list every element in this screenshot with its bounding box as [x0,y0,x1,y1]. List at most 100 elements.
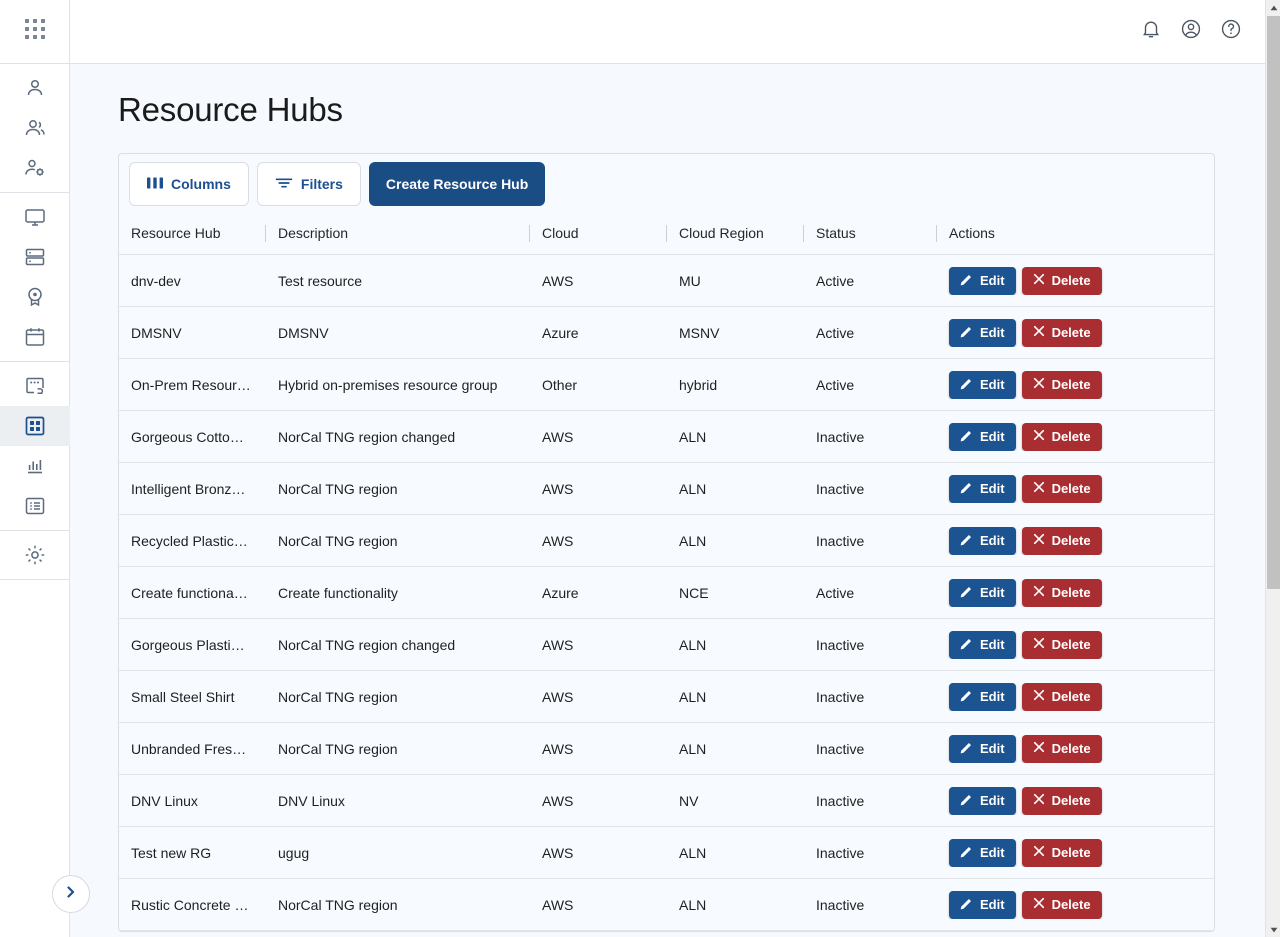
edit-button[interactable]: Edit [949,734,1016,763]
list-icon [23,494,47,518]
cell-cloud: AWS [542,532,574,549]
delete-button[interactable]: Delete [1021,734,1102,763]
table-row[interactable]: Rustic Concrete … NorCal TNG region AWS ALN… [119,879,1214,932]
edit-button[interactable]: Edit [949,786,1016,815]
delete-button[interactable]: Delete [1021,422,1102,451]
cell-description: NorCal TNG region [278,688,398,705]
edit-button-label: Edit [980,897,1005,913]
column-header-status[interactable]: Status [803,212,937,255]
close-x-icon [1033,533,1045,548]
columns-button[interactable]: Columns [129,162,249,207]
table-row[interactable]: Small Steel Shirt NorCal TNG region AWS ALN… [119,671,1214,724]
sidebar-item-users[interactable] [0,108,70,148]
column-header-description[interactable]: Description [265,212,530,255]
scrollbar-up-arrow[interactable] [1266,0,1280,15]
scrollbar-down-arrow[interactable] [1266,922,1280,937]
edit-button[interactable]: Edit [949,526,1016,555]
delete-button[interactable]: Delete [1021,526,1102,555]
column-header-resource-hub[interactable]: Resource Hub [131,212,266,255]
cell-cloud-region: MSNV [679,324,720,341]
edit-button[interactable]: Edit [949,838,1016,867]
cell-cloud: AWS [542,636,574,653]
cell-description: Create functionality [278,584,398,601]
cell-status: Inactive [816,844,865,861]
filters-button-label: Filters [300,176,343,193]
cell-status: Inactive [816,896,865,913]
sidebar-item-schedules[interactable] [0,317,70,357]
table-row[interactable]: On-Prem Resour… Hybrid on-premises resour… [119,359,1214,412]
table-row[interactable]: Intelligent Bronz… NorCal TNG region AWS AL… [119,463,1214,516]
create-resource-hub-button[interactable]: Create Resource Hub [368,162,546,207]
sidebar-item-reports[interactable] [0,446,70,486]
table-row[interactable]: Gorgeous Plasti… NorCal TNG region change… [119,619,1214,672]
table-header-row: Resource Hub Description Cloud Cloud Reg… [119,212,1214,256]
edit-button[interactable]: Edit [949,318,1016,347]
apps-grid-button[interactable] [0,0,70,64]
filter-icon [275,176,293,193]
delete-button[interactable]: Delete [1021,890,1102,919]
column-header-cloud[interactable]: Cloud [529,212,667,255]
table-row[interactable]: Test new RG ugug AWS ALN Inactive Edit Delete [119,827,1214,880]
cell-resource-hub: Small Steel Shirt [131,688,235,705]
cell-resource-hub: Gorgeous Plasti… [131,636,245,653]
delete-button-label: Delete [1051,377,1091,393]
table-row[interactable]: Gorgeous Cotto… NorCal TNG region changed… [119,411,1214,464]
edit-button[interactable]: Edit [949,578,1016,607]
pencil-icon [960,273,973,289]
cell-resource-hub: DNV Linux [131,792,198,809]
delete-button[interactable]: Delete [1021,474,1102,503]
column-header-cloud-region[interactable]: Cloud Region [666,212,804,255]
cell-resource-hub: Unbranded Fres… [131,740,247,757]
table-row[interactable]: Create functiona… Create functionality Azu… [119,567,1214,620]
delete-button[interactable]: Delete [1021,786,1102,815]
edit-button[interactable]: Edit [949,682,1016,711]
delete-button[interactable]: Delete [1021,682,1102,711]
cell-actions: Edit Delete [937,734,1214,763]
edit-button[interactable]: Edit [949,370,1016,399]
cell-cloud: Other [542,376,578,393]
scrollbar-thumb[interactable] [1267,16,1280,589]
notifications-icon [1140,18,1162,45]
table-row[interactable]: Unbranded Fres… NorCal TNG region AWS ALN In… [119,723,1214,776]
edit-button[interactable]: Edit [949,266,1016,295]
edit-button[interactable]: Edit [949,630,1016,659]
sidebar-group-people [0,64,70,193]
cell-resource-hub: Create functiona… [131,584,248,601]
delete-button[interactable]: Delete [1021,370,1102,399]
page-scrollbar[interactable] [1265,0,1280,937]
sidebar-item-user-settings[interactable] [0,148,70,188]
cell-cloud-region: ALN [679,532,707,549]
server-icon [23,245,47,269]
cell-actions: Edit Delete [937,630,1214,659]
sidebar-item-servers[interactable] [0,237,70,277]
delete-button[interactable]: Delete [1021,266,1102,295]
table-row[interactable]: DMSNV DMSNV Azure MSNV Active Edit Delete [119,307,1214,360]
table-row[interactable]: DNV Linux DNV Linux AWS NV Inactive Edit Delet… [119,775,1214,828]
notifications-button[interactable] [1136,17,1166,47]
delete-button[interactable]: Delete [1021,318,1102,347]
sidebar-item-user[interactable] [0,68,70,108]
edit-button[interactable]: Edit [949,474,1016,503]
table-row[interactable]: Recycled Plastic… NorCal TNG region AWS ALN… [119,515,1214,568]
delete-button[interactable]: Delete [1021,630,1102,659]
sidebar-item-connections[interactable] [0,366,70,406]
sidebar-item-desktops[interactable] [0,197,70,237]
account-button[interactable] [1176,17,1206,47]
apps-grid-icon [24,18,46,45]
delete-button[interactable]: Delete [1021,838,1102,867]
sidebar-item-logs[interactable] [0,486,70,526]
expand-sidebar-button[interactable] [52,875,90,913]
sidebar-item-images[interactable] [0,277,70,317]
help-button[interactable] [1216,17,1246,47]
edit-button[interactable]: Edit [949,422,1016,451]
delete-button[interactable]: Delete [1021,578,1102,607]
edit-button[interactable]: Edit [949,890,1016,919]
filters-button[interactable]: Filters [256,162,361,207]
sidebar-item-settings[interactable] [0,535,70,575]
sidebar-item-resource-hubs[interactable] [0,406,70,446]
close-x-icon [1033,897,1045,912]
cell-cloud-region: NCE [679,584,709,601]
pencil-icon [960,897,973,913]
delete-button-label: Delete [1051,637,1091,653]
table-row[interactable]: dnv-dev Test resource AWS MU Active Edit Delet… [119,255,1214,308]
